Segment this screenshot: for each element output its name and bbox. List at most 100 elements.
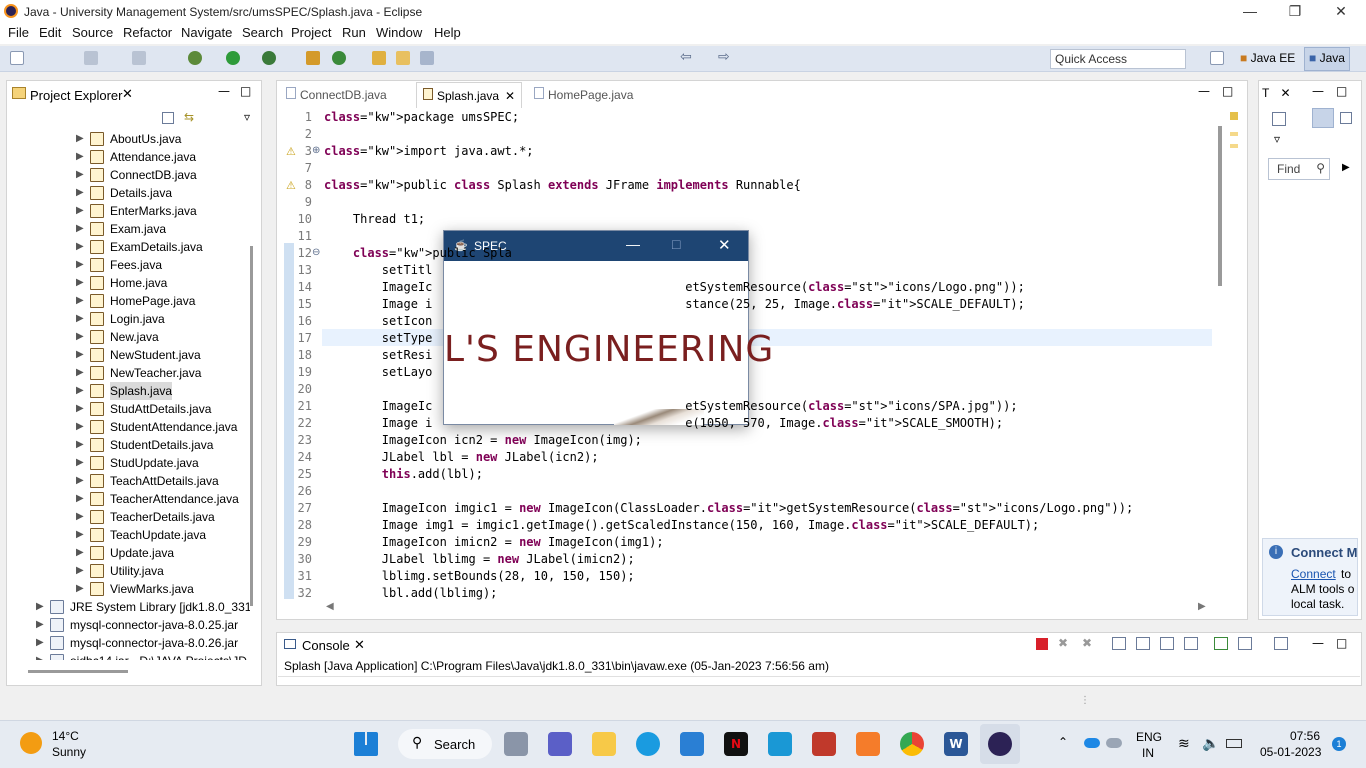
- menu-edit[interactable]: Edit: [39, 25, 61, 40]
- expand-arrow-icon[interactable]: ▶: [76, 274, 84, 292]
- expand-arrow-icon[interactable]: ▶: [76, 364, 84, 382]
- windows-start-icon[interactable]: [354, 732, 378, 756]
- expand-arrow-icon[interactable]: ▶: [76, 418, 84, 436]
- fold-icon[interactable]: ⊖: [312, 247, 320, 258]
- code-line[interactable]: setIcon: [324, 314, 433, 328]
- code-line[interactable]: setResi: [324, 348, 433, 362]
- expand-arrow-icon[interactable]: ▶: [76, 130, 84, 148]
- battery-icon[interactable]: [1226, 739, 1242, 748]
- new-console-icon[interactable]: [1274, 637, 1288, 650]
- mail-icon[interactable]: [680, 732, 704, 756]
- weather-desc[interactable]: Sunny: [52, 745, 86, 759]
- splash-minimize-button[interactable]: —: [626, 236, 640, 252]
- new-icon[interactable]: [10, 51, 24, 65]
- menu-window[interactable]: Window: [376, 25, 422, 40]
- close-tab-icon[interactable]: ✕: [354, 637, 365, 653]
- notification-badge[interactable]: 1: [1332, 737, 1346, 751]
- code-line[interactable]: ImageIcon imicn2 = new ImageIcon(img1);: [324, 535, 664, 549]
- menu-project[interactable]: Project: [291, 25, 331, 40]
- expand-arrow-icon[interactable]: ▶: [76, 382, 84, 400]
- console-minimize-icon[interactable]: —: [1312, 636, 1324, 650]
- expand-arrow-icon[interactable]: ▶: [76, 328, 84, 346]
- expand-arrow-icon[interactable]: ▶: [36, 652, 44, 660]
- close-tab-icon[interactable]: ✕: [505, 89, 515, 103]
- task-list-tab[interactable]: T ✕: [1262, 86, 1291, 100]
- code-area[interactable]: [0, 0, 1, 1]
- weather-temp[interactable]: 14°C: [52, 729, 79, 743]
- perspective-java[interactable]: ■ Java: [1304, 47, 1350, 71]
- remove-all-icon[interactable]: ✖: [1082, 636, 1092, 650]
- clear-console-icon[interactable]: [1112, 637, 1126, 650]
- code-line[interactable]: class="kw">package umsSPEC;: [324, 110, 519, 124]
- expand-arrow-icon[interactable]: ▶: [76, 400, 84, 418]
- save-icon[interactable]: [84, 51, 98, 65]
- task-view-icon[interactable]: [504, 732, 528, 756]
- new-class-icon[interactable]: [332, 51, 346, 65]
- find-input[interactable]: Find ⚲: [1268, 158, 1330, 180]
- tab-homepage[interactable]: HomePage.java: [534, 87, 633, 102]
- word-wrap-icon[interactable]: [1160, 637, 1174, 650]
- display-console-icon[interactable]: [1238, 637, 1252, 650]
- expand-arrow-icon[interactable]: ▶: [76, 184, 84, 202]
- focus-icon[interactable]: [1340, 112, 1352, 124]
- expand-arrow-icon[interactable]: ▶: [76, 490, 84, 508]
- close-button[interactable]: ✕: [1318, 0, 1364, 24]
- code-line[interactable]: class="kw">public class Splash extends J…: [324, 178, 801, 192]
- find-arrow-icon[interactable]: ▶: [1342, 162, 1350, 173]
- taskbar-search[interactable]: ⚲ Search: [398, 729, 492, 759]
- menu-source[interactable]: Source: [72, 25, 113, 40]
- tray-chevron-icon[interactable]: ⌃: [1058, 735, 1068, 749]
- splash-maximize-button[interactable]: □: [672, 236, 680, 252]
- code-line[interactable]: class="kw">public Spla: [324, 246, 512, 260]
- new-task-icon[interactable]: [1272, 112, 1286, 126]
- console-maximize-icon[interactable]: □: [1336, 636, 1347, 650]
- code-line[interactable]: ImageIcon icn2 = new ImageIcon(img);: [324, 433, 642, 447]
- connect-link[interactable]: Connect: [1291, 567, 1336, 581]
- onedrive-icon[interactable]: [1084, 738, 1100, 748]
- project-explorer-tab[interactable]: Project Explorer ✕: [8, 82, 142, 108]
- code-line[interactable]: Thread t1;: [324, 212, 425, 226]
- code-line[interactable]: setTitl: [324, 263, 433, 277]
- expand-arrow-icon[interactable]: ▶: [76, 310, 84, 328]
- expand-arrow-icon[interactable]: ▶: [76, 292, 84, 310]
- teams-icon[interactable]: [548, 732, 572, 756]
- code-line[interactable]: this.add(lbl);: [324, 467, 483, 481]
- expand-arrow-icon[interactable]: ▶: [76, 166, 84, 184]
- menu-navigate[interactable]: Navigate: [181, 25, 232, 40]
- netflix-icon[interactable]: N: [724, 732, 748, 756]
- expand-arrow-icon[interactable]: ▶: [76, 436, 84, 454]
- clock-date[interactable]: 05-01-2023: [1260, 745, 1321, 759]
- menu-file[interactable]: File: [8, 25, 29, 40]
- expand-arrow-icon[interactable]: ▶: [36, 598, 44, 616]
- back-icon[interactable]: ⇦: [680, 50, 694, 65]
- code-line[interactable]: setType: [324, 331, 433, 345]
- volume-icon[interactable]: 🔈: [1202, 736, 1219, 752]
- expand-arrow-icon[interactable]: ▶: [36, 616, 44, 634]
- game-icon[interactable]: [812, 732, 836, 756]
- forward-icon[interactable]: ⇨: [718, 50, 732, 65]
- link-editor-icon[interactable]: ⇆: [184, 110, 194, 124]
- expand-arrow-icon[interactable]: ▶: [76, 562, 84, 580]
- new-java-project-icon[interactable]: [306, 51, 320, 65]
- tab-connectdb[interactable]: ConnectDB.java: [286, 87, 387, 102]
- editor-maximize-icon[interactable]: □: [1222, 84, 1233, 98]
- code-line[interactable]: Image i e(1050, 570, Image.class="it">SC…: [324, 416, 1003, 430]
- edge-icon[interactable]: [636, 732, 660, 756]
- eclipse-taskbar-icon[interactable]: [988, 732, 1012, 756]
- hscroll-right-icon[interactable]: ▶: [1198, 601, 1206, 612]
- menu-search[interactable]: Search: [242, 25, 283, 40]
- expand-arrow-icon[interactable]: ▶: [76, 220, 84, 238]
- tab-splash[interactable]: Splash.java ✕: [416, 82, 523, 108]
- right-maximize-icon[interactable]: □: [1336, 84, 1347, 98]
- close-tab-icon[interactable]: ✕: [122, 86, 133, 102]
- code-line[interactable]: Image img1 = imgic1.getImage().getScaled…: [324, 518, 1039, 532]
- code-line[interactable]: ImageIc etSystemResource(class="st">"ico…: [324, 280, 1025, 294]
- code-line[interactable]: setLayo: [324, 365, 433, 379]
- code-line[interactable]: ImageIcon imgic1 = new ImageIcon(ClassLo…: [324, 501, 1133, 515]
- menu-refactor[interactable]: Refactor: [123, 25, 172, 40]
- console-output[interactable]: [278, 676, 1360, 684]
- minimize-button[interactable]: —: [1227, 0, 1273, 24]
- fold-icon[interactable]: ⊕: [312, 145, 320, 156]
- menu-run[interactable]: Run: [342, 25, 366, 40]
- expand-arrow-icon[interactable]: ▶: [76, 544, 84, 562]
